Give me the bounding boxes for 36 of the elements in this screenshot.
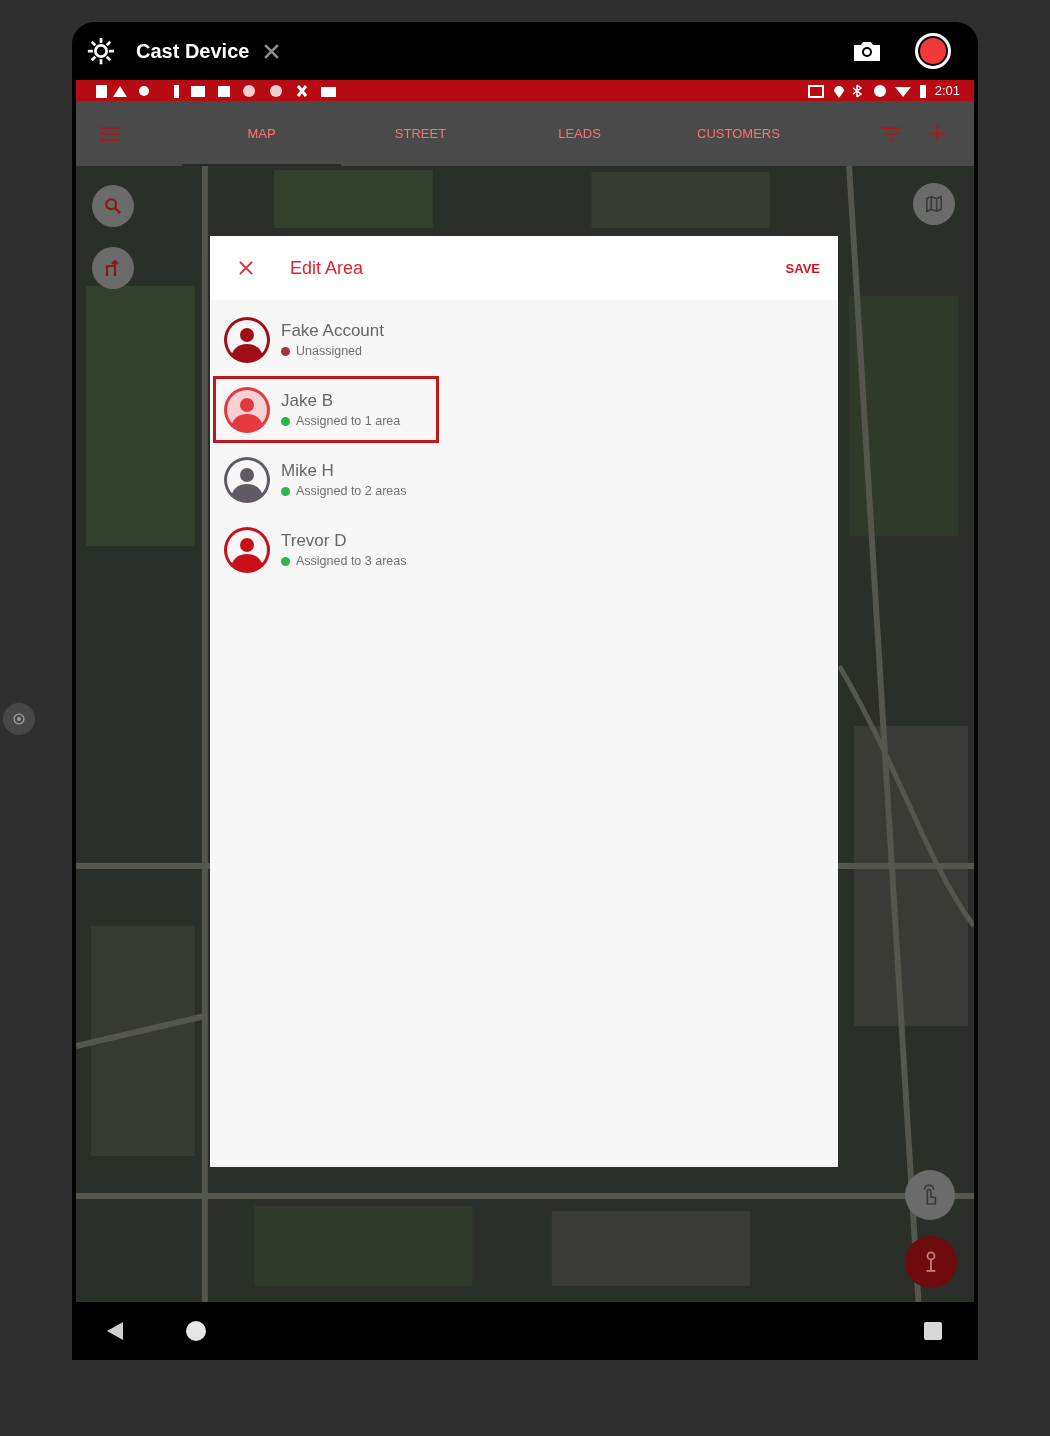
eye-icon bbox=[12, 712, 26, 726]
user-status: Assigned to 2 areas bbox=[296, 484, 407, 498]
clock-time: 2:01 bbox=[934, 83, 960, 98]
close-icon[interactable] bbox=[239, 261, 253, 275]
user-name: Fake Account bbox=[281, 321, 384, 341]
home-icon[interactable] bbox=[186, 1321, 206, 1341]
camera-icon[interactable] bbox=[852, 39, 882, 63]
user-row[interactable]: Fake Account Unassigned bbox=[213, 306, 439, 373]
window-title: Cast Device bbox=[136, 39, 250, 63]
user-status: Assigned to 3 areas bbox=[296, 554, 407, 568]
save-button[interactable]: SAVE bbox=[785, 256, 820, 280]
user-name: Jake B bbox=[281, 391, 334, 411]
tab[interactable]: LEADS bbox=[500, 101, 659, 166]
avatar-icon bbox=[222, 314, 272, 365]
map-icon bbox=[925, 195, 943, 213]
user-name: Mike H bbox=[281, 461, 335, 481]
settings-icon[interactable] bbox=[86, 36, 116, 66]
pin-icon bbox=[924, 1250, 938, 1274]
close-icon[interactable] bbox=[263, 42, 281, 60]
avatar-icon bbox=[222, 524, 272, 575]
user-status: Assigned to 1 area bbox=[296, 414, 401, 428]
avatar-icon bbox=[222, 454, 272, 505]
record-button[interactable] bbox=[914, 32, 952, 70]
user-row[interactable]: Jake B Assigned to 1 area bbox=[213, 376, 439, 443]
hand-icon bbox=[921, 1184, 939, 1206]
dialog-title: Edit Area bbox=[290, 257, 364, 279]
avatar-icon bbox=[222, 384, 272, 435]
tab[interactable]: STREET bbox=[341, 101, 500, 166]
user-row[interactable]: Mike H Assigned to 2 areas bbox=[213, 446, 439, 513]
side-toggle-button[interactable] bbox=[3, 703, 35, 735]
user-name: Trevor D bbox=[281, 531, 348, 551]
user-status: Unassigned bbox=[296, 344, 362, 358]
tab[interactable]: CUSTOMERS bbox=[659, 101, 818, 166]
back-icon[interactable] bbox=[107, 1322, 123, 1340]
user-row[interactable]: Trevor D Assigned to 3 areas bbox=[213, 516, 439, 583]
search-icon bbox=[104, 197, 122, 215]
